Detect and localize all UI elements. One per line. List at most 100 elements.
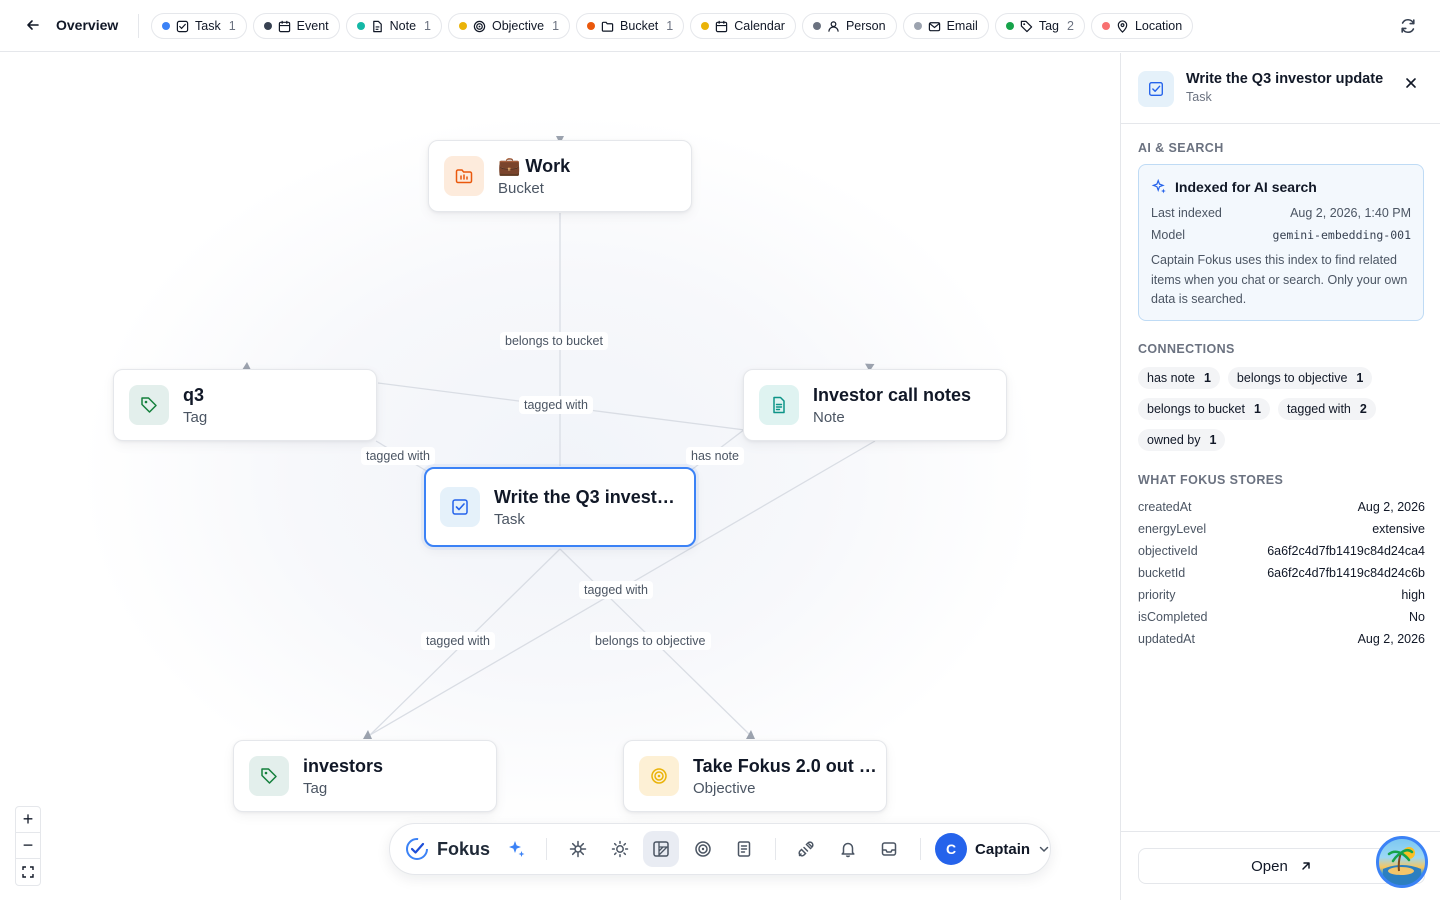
connection-count: 1	[1203, 371, 1211, 385]
status-dot	[812, 22, 821, 30]
user-menu[interactable]: C Captain	[935, 833, 1050, 865]
inbox-icon	[882, 842, 897, 856]
field-key: isCompleted	[1138, 610, 1208, 624]
node-task-selected[interactable]: Write the Q3 investor update Task	[424, 467, 696, 547]
filter-chip-task[interactable]: Task 1	[151, 13, 247, 39]
graph-canvas[interactable]: belongs to bucket tagged with tagged wit…	[0, 53, 1120, 900]
field-value: 6a6f2c4d7fb1419c84d24ca4	[1267, 544, 1425, 558]
tag-icon	[129, 385, 169, 425]
zoom-in-button[interactable]: +	[16, 807, 40, 833]
filter-chip-location[interactable]: Location	[1090, 13, 1194, 39]
filter-chip-email[interactable]: Email	[902, 13, 989, 39]
island-avatar-icon	[1383, 847, 1421, 885]
avatar: C	[935, 833, 968, 865]
filter-chip-note[interactable]: Note 1	[345, 13, 442, 39]
node-title: Investor call notes	[813, 384, 972, 405]
dock-overview-button[interactable]	[643, 831, 679, 867]
back-button[interactable]: Overview	[22, 14, 118, 36]
edge-label-tagged-with: tagged with	[579, 581, 653, 599]
chip-label: Calendar	[734, 19, 785, 33]
ai-sparkle-button[interactable]	[498, 831, 533, 867]
close-button[interactable]	[1401, 73, 1421, 93]
dock-objectives-button[interactable]	[685, 831, 720, 867]
node-work-bucket[interactable]: 💼 Work Bucket	[428, 140, 692, 212]
refresh-icon	[1401, 18, 1415, 34]
chip-label: Tag	[1038, 19, 1059, 33]
connection-count: 2	[1359, 402, 1367, 416]
dock-graph-button[interactable]	[560, 831, 595, 867]
top-bar: Overview Task 1 Event Note 1 Objective 1 Bucket…	[0, 0, 1440, 52]
divider	[138, 14, 139, 38]
dock-notes-button[interactable]	[726, 831, 761, 867]
connection-label: belongs to objective	[1236, 371, 1348, 385]
target-icon	[639, 756, 679, 796]
dock-integrations-button[interactable]	[789, 831, 824, 867]
task-checkbox-icon	[176, 20, 189, 33]
field-key: bucketId	[1138, 566, 1186, 580]
brand-logo[interactable]: Fokus	[404, 836, 490, 862]
divider	[774, 838, 776, 860]
bottom-dock: Fokus C Captain	[389, 823, 1051, 875]
chip-label: Event	[296, 19, 329, 33]
divider	[920, 838, 922, 860]
connection-pill[interactable]: belongs to bucket 1	[1138, 398, 1270, 420]
node-type: Tag	[303, 779, 328, 797]
folder-icon	[601, 20, 614, 33]
target-icon	[694, 841, 711, 857]
panel-subtitle: Task	[1186, 90, 1212, 104]
filter-chip-bucket[interactable]: Bucket 1	[576, 13, 685, 39]
back-label: Overview	[56, 17, 119, 33]
connection-pill[interactable]: owned by 1	[1138, 429, 1226, 451]
fit-view-icon	[22, 866, 34, 878]
node-type: Objective	[693, 779, 756, 797]
model-label: Model	[1151, 228, 1186, 242]
user-name: Captain	[975, 840, 1031, 858]
field-key: updatedAt	[1138, 632, 1195, 646]
field-key: createdAt	[1138, 500, 1192, 514]
node-investor-call-notes[interactable]: Investor call notes Note	[743, 369, 1007, 441]
connections-list: has note 1 belongs to objective 1 belongs to…	[1138, 367, 1428, 451]
dock-today-button[interactable]	[602, 831, 637, 867]
connection-pill[interactable]: has note 1	[1138, 367, 1220, 389]
node-objective[interactable]: Take Fokus 2.0 out of beta Objective	[623, 740, 887, 812]
status-dot	[162, 22, 170, 30]
node-type: Tag	[183, 408, 208, 426]
filter-chip-objective[interactable]: Objective 1	[447, 13, 571, 39]
stored-fields: createdAt Aug 2, 2026 energyLevel extensive…	[1138, 496, 1425, 650]
ai-index-description: Captain Fokus uses this index to find re…	[1151, 253, 1408, 306]
chip-count: 2	[1066, 19, 1074, 33]
refresh-button[interactable]	[1396, 14, 1420, 38]
field-value: 6a6f2c4d7fb1419c84d24c6b	[1267, 566, 1425, 580]
edge-arrow	[746, 730, 755, 739]
edge-label-has-note: has note	[686, 447, 744, 465]
chip-label: Location	[1134, 19, 1183, 33]
filter-chip-person[interactable]: Person	[801, 13, 897, 39]
calendar-icon	[715, 20, 728, 33]
node-title: Write the Q3 investor update	[494, 486, 679, 507]
section-ai-search: AI & SEARCH	[1138, 141, 1224, 155]
connection-pill[interactable]: belongs to objective 1	[1227, 367, 1373, 389]
filter-chip-tag[interactable]: Tag 2	[994, 13, 1085, 39]
dock-notifications-button[interactable]	[830, 831, 865, 867]
node-q3-tag[interactable]: q3 Tag	[113, 369, 377, 441]
assistant-avatar-button[interactable]	[1376, 836, 1428, 888]
status-dot	[701, 22, 710, 30]
connection-pill[interactable]: tagged with 2	[1277, 398, 1376, 420]
stored-field-row: priority high	[1138, 584, 1425, 606]
fit-view-button[interactable]	[16, 859, 40, 885]
tag-icon	[249, 756, 289, 796]
edge-label-tagged-with: tagged with	[519, 396, 593, 414]
divider	[546, 838, 548, 860]
filter-chip-event[interactable]: Event	[252, 13, 340, 39]
node-investors-tag[interactable]: investors Tag	[233, 740, 497, 812]
connection-label: tagged with	[1286, 402, 1351, 416]
stored-field-row: energyLevel extensive	[1138, 518, 1425, 540]
status-dot	[913, 22, 922, 30]
status-dot	[1101, 22, 1110, 30]
layout-board-icon	[653, 841, 669, 857]
filter-chip-calendar[interactable]: Calendar	[690, 13, 796, 39]
dock-inbox-button[interactable]	[872, 831, 907, 867]
zoom-out-button[interactable]: −	[16, 833, 40, 859]
status-dot	[1005, 22, 1014, 30]
field-value: high	[1401, 588, 1425, 602]
